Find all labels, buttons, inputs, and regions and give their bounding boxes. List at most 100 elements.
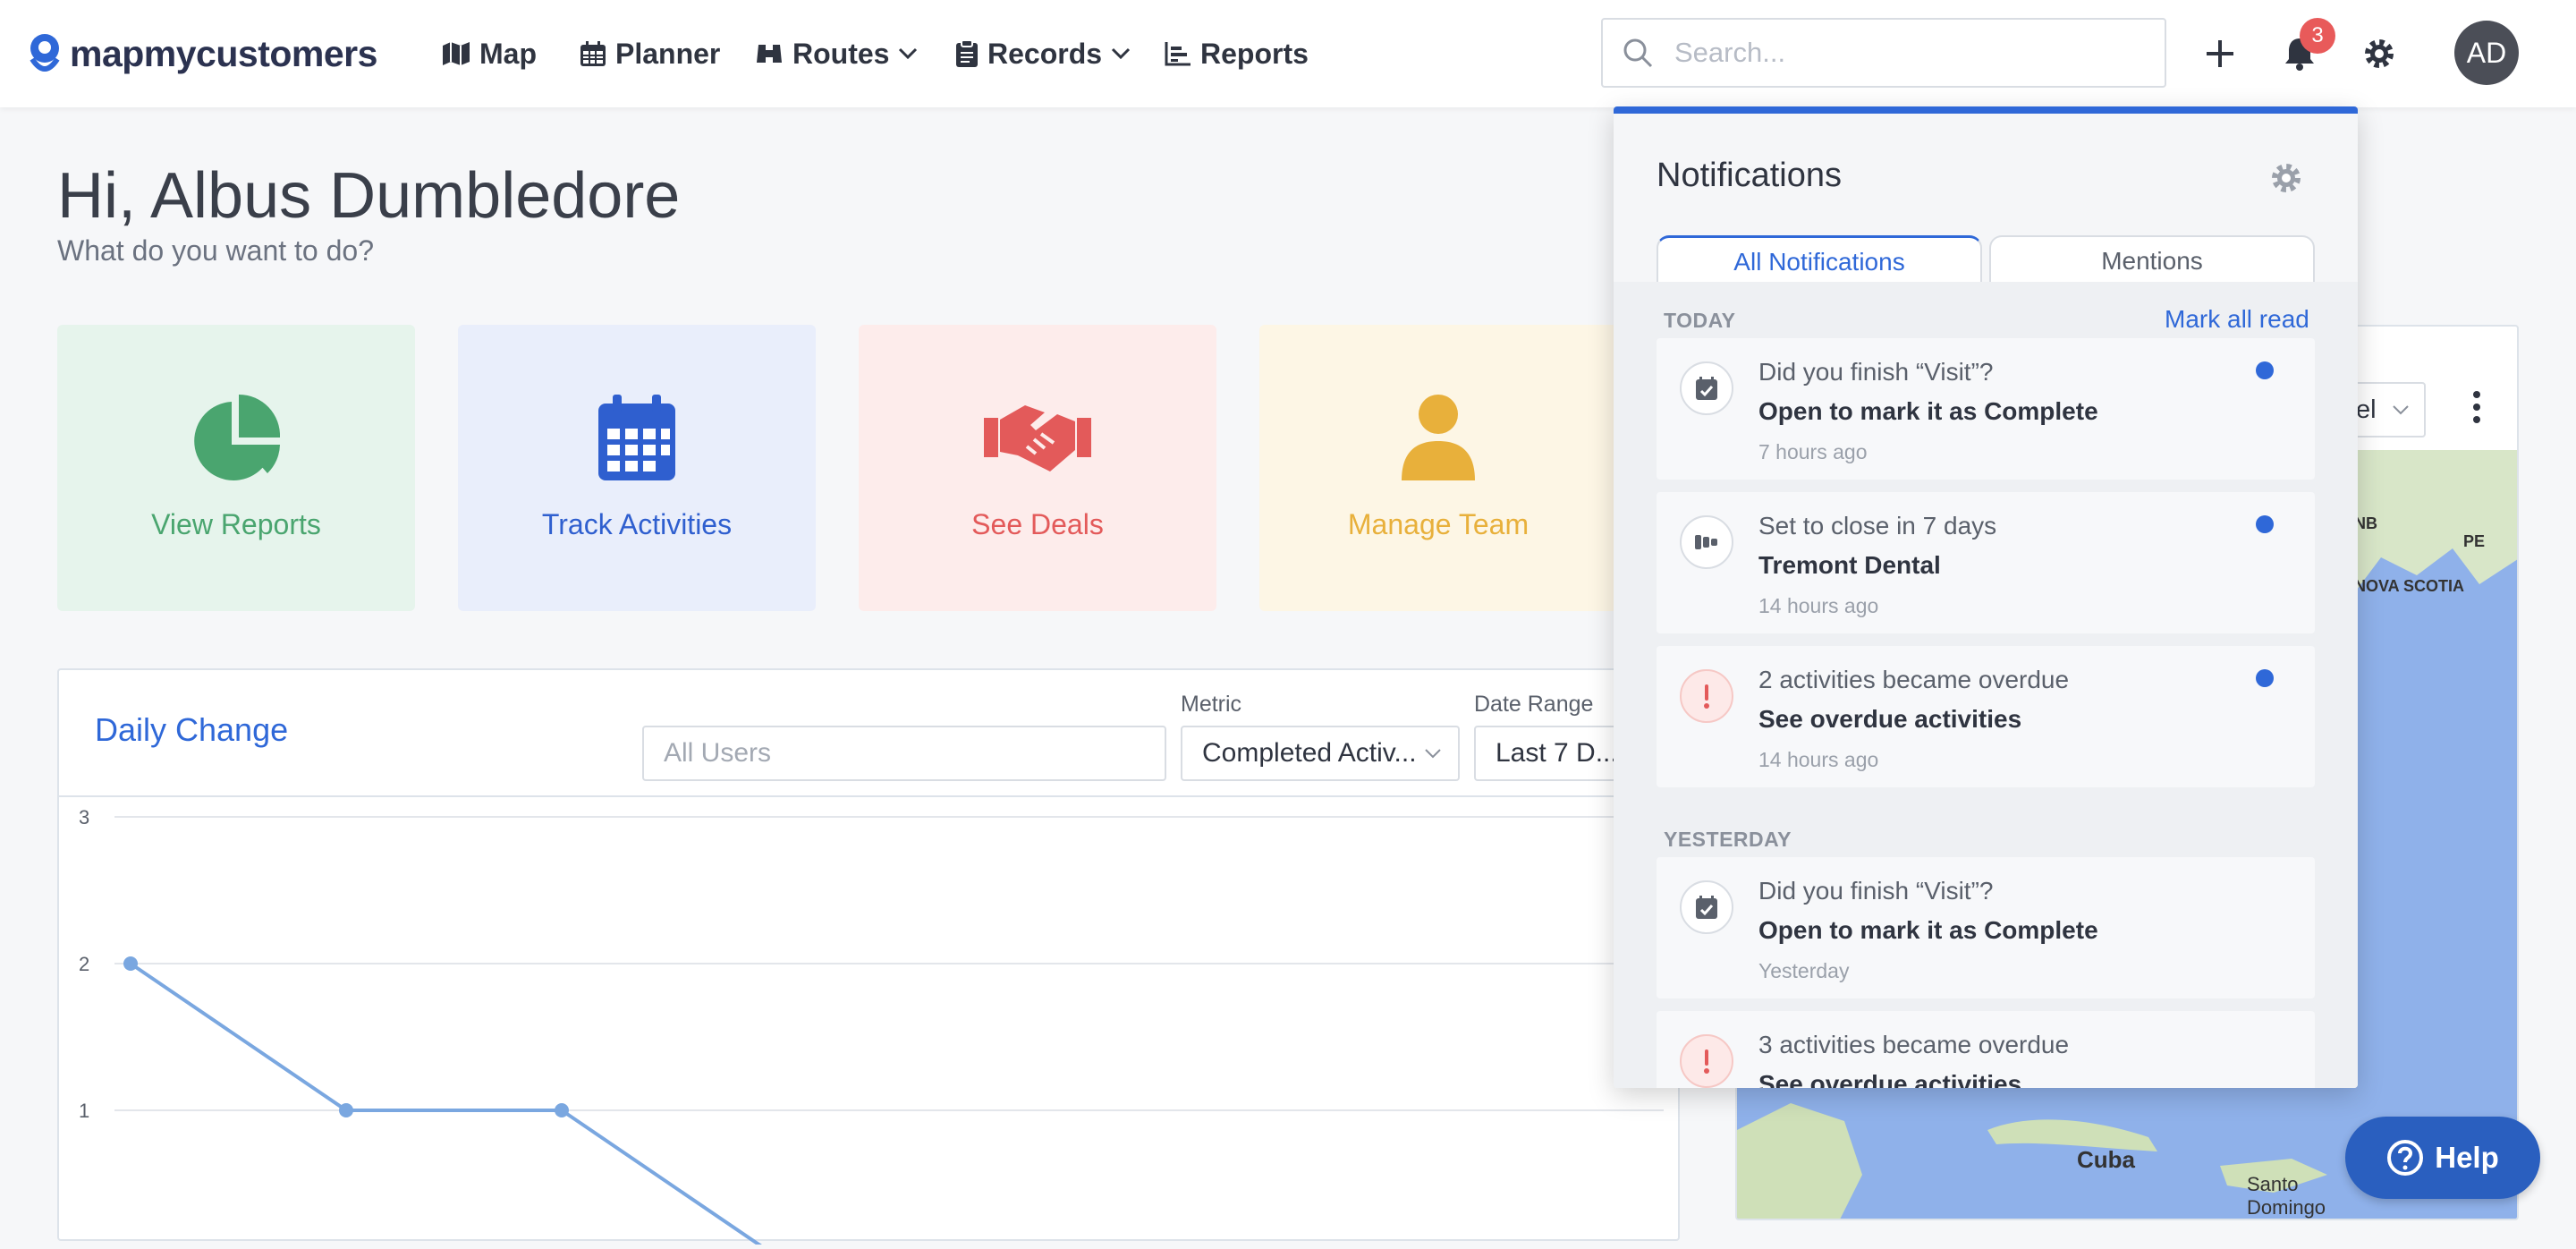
notification-action: Open to mark it as Complete	[1758, 397, 2098, 425]
tile-label: See Deals	[971, 508, 1104, 540]
mark-all-read-link[interactable]: Mark all read	[2165, 305, 2309, 334]
map-label-nova-scotia: NOVA SCOTIA	[2354, 577, 2465, 595]
notifications-list: TODAY Mark all read Did you finish “Visi…	[1614, 282, 2358, 1088]
notification-icon-wrap	[1680, 361, 1733, 415]
tile-track-activities[interactable]: Track Activities	[458, 325, 816, 611]
metric-select[interactable]: Completed Activ...	[1181, 726, 1460, 781]
map-pin-logo-icon	[30, 34, 60, 72]
tile-icon-wrap	[859, 393, 1216, 491]
exclamation-icon	[1704, 684, 1709, 709]
notification-action: Open to mark it as Complete	[1758, 916, 2098, 944]
add-button[interactable]	[2193, 27, 2247, 81]
help-label: Help	[2435, 1141, 2499, 1174]
search-input[interactable]	[1673, 36, 2159, 70]
chevron-down-icon	[1425, 749, 1441, 759]
tile-manage-team[interactable]: Manage Team	[1259, 325, 1617, 611]
search-box[interactable]	[1601, 18, 2166, 88]
nav-map-label: Map	[479, 37, 537, 70]
tile-see-deals[interactable]: See Deals	[859, 325, 1216, 611]
unread-dot	[2256, 515, 2274, 533]
calendar-icon	[598, 395, 675, 480]
tile-icon-wrap	[1259, 393, 1617, 491]
tile-view-reports[interactable]: View Reports	[57, 325, 415, 611]
tile-label: View Reports	[151, 508, 321, 540]
calendar-check-icon	[1696, 896, 1717, 919]
nav-records-label: Records	[987, 37, 1103, 70]
clipboard-icon	[956, 39, 978, 67]
notification-item[interactable]: 2 activities became overdue See overdue …	[1657, 646, 2315, 787]
data-point[interactable]	[555, 1103, 569, 1117]
binoculars-icon	[757, 45, 782, 63]
notification-icon-wrap	[1680, 880, 1733, 934]
daily-change-chart: 3 2 1	[79, 806, 1664, 1249]
bar-chart-icon	[1165, 42, 1191, 66]
notification-text: 2 activities became overdue	[1758, 666, 2070, 693]
chevron-down-icon	[1111, 47, 1131, 60]
notification-item[interactable]: Set to close in 7 days Tremont Dental 14…	[1657, 492, 2315, 633]
top-nav: mapmycustomers Map Planner Routes Record…	[0, 0, 2576, 107]
notification-text: 3 activities became overdue	[1758, 1031, 2070, 1058]
date-range-label: Date Range	[1474, 692, 1594, 717]
nav-routes[interactable]: Routes	[755, 32, 927, 75]
nav-reports[interactable]: Reports	[1165, 32, 1309, 75]
help-button[interactable]: Help	[2345, 1117, 2540, 1199]
notification-time: 7 hours ago	[1758, 440, 1868, 463]
tile-icon-wrap	[458, 393, 816, 491]
section-today: TODAY	[1664, 309, 1736, 332]
y-tick-label: 1	[79, 1100, 89, 1122]
notifications-title: Notifications	[1657, 157, 1842, 194]
brand-logo[interactable]: mapmycustomers	[27, 30, 377, 77]
notification-text: Set to close in 7 days	[1758, 512, 1997, 540]
notification-text: Did you finish “Visit”?	[1758, 877, 1994, 905]
unread-dot	[2256, 361, 2274, 379]
more-options-button[interactable]	[2463, 380, 2490, 434]
notification-action: See overdue activities	[1758, 1070, 2022, 1088]
notification-item[interactable]: Did you finish “Visit”? Open to mark it …	[1657, 338, 2315, 480]
tile-icon-wrap	[57, 393, 415, 491]
exclamation-icon	[1704, 1049, 1709, 1074]
user-avatar[interactable]: AD	[2454, 21, 2519, 85]
date-range-value: Last 7 D...	[1496, 738, 1618, 768]
data-point[interactable]	[339, 1103, 353, 1117]
notification-text: Did you finish “Visit”?	[1758, 358, 1994, 386]
notification-icon-wrap	[1680, 1034, 1733, 1088]
calendar-icon	[580, 41, 606, 66]
data-point[interactable]	[123, 956, 138, 971]
search-icon	[1623, 38, 1653, 68]
gear-icon	[2365, 39, 2394, 68]
tab-mentions[interactable]: Mentions	[1989, 235, 2315, 285]
chevron-down-icon	[899, 47, 918, 60]
brand-name: mapmycustomers	[70, 32, 377, 74]
notification-action: Tremont Dental	[1758, 551, 1941, 579]
tile-label: Track Activities	[541, 508, 733, 540]
notification-item[interactable]: Did you finish “Visit”? Open to mark it …	[1657, 857, 2315, 998]
section-yesterday: YESTERDAY	[1664, 828, 1792, 851]
notification-icon-wrap	[1680, 515, 1733, 569]
nav-records[interactable]: Records	[955, 32, 1140, 75]
map-label-pe: PE	[2463, 532, 2486, 550]
y-tick-label: 2	[79, 953, 89, 975]
notification-time: Yesterday	[1758, 959, 1850, 982]
daily-change-panel: Daily Change All Users Metric Completed …	[57, 668, 1680, 1249]
notifications-popover: Notifications All Notifications Mentions…	[1614, 106, 2358, 1088]
funnel-icon	[1695, 535, 1717, 549]
unread-dot	[2256, 669, 2274, 687]
metric-select-value: Completed Activ...	[1202, 738, 1417, 768]
map-label-santo-domingo: Santo Domingo	[2247, 1173, 2326, 1219]
daily-change-chart-area: 3 2 1	[59, 795, 1678, 1249]
nav-planner[interactable]: Planner	[580, 32, 720, 75]
user-icon	[1402, 395, 1475, 480]
y-tick-label: 3	[79, 806, 89, 828]
nav-planner-label: Planner	[615, 37, 721, 70]
notification-icon-wrap	[1680, 669, 1733, 723]
tab-all-notifications[interactable]: All Notifications	[1657, 235, 1982, 285]
settings-button[interactable]	[2352, 27, 2406, 81]
notification-action: See overdue activities	[1758, 705, 2022, 733]
nav-map[interactable]: Map	[442, 32, 537, 75]
map-label-cuba: Cuba	[2077, 1146, 2135, 1173]
notification-settings-icon[interactable]	[2268, 160, 2304, 196]
users-filter[interactable]: All Users	[642, 726, 1166, 781]
nav-routes-label: Routes	[792, 37, 890, 70]
notification-item[interactable]: 3 activities became overdue See overdue …	[1657, 1011, 2315, 1088]
question-circle-icon	[2387, 1140, 2424, 1176]
